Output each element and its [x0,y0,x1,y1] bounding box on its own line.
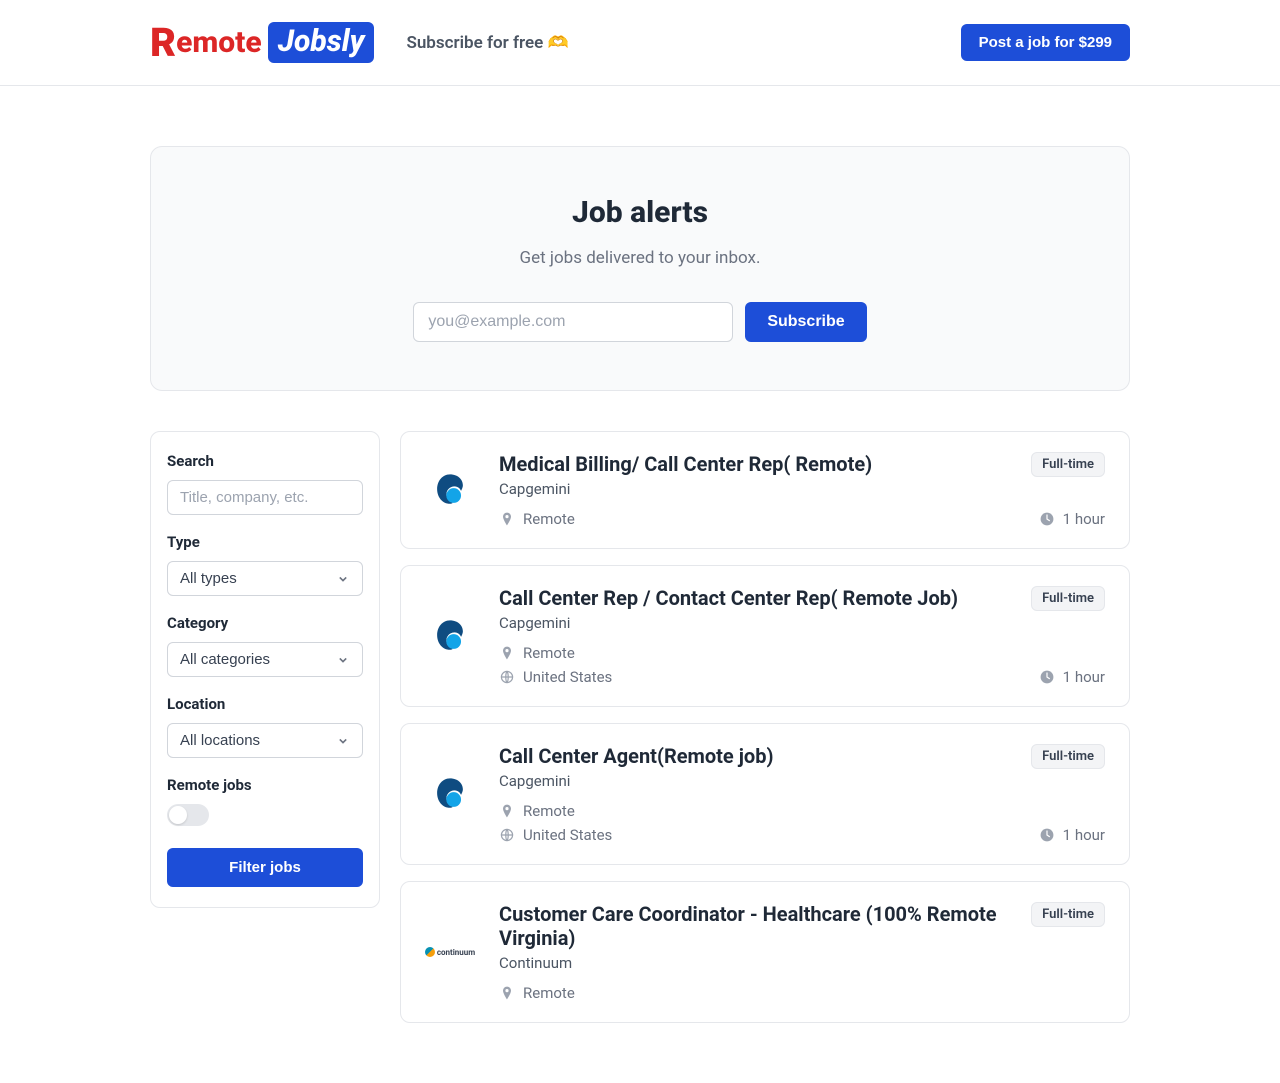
job-company: Capgemini [499,614,958,632]
job-company: Capgemini [499,772,773,790]
job-location: Remote [523,802,575,820]
site-header: Remote Jobsly Subscribe for free 🫶 Post … [0,0,1280,86]
filter-button[interactable]: Filter jobs [167,848,363,887]
job-card[interactable]: continuum Customer Care Coordinator - Hea… [400,881,1130,1023]
job-alerts-card: Job alerts Get jobs delivered to your in… [150,146,1130,391]
search-label: Search [167,452,363,470]
category-select[interactable]: All categories [167,642,363,677]
location-select[interactable]: All locations [167,723,363,758]
search-input[interactable] [167,480,363,515]
job-time: 1 hour [1063,668,1105,686]
job-company: Capgemini [499,480,872,498]
job-location: Remote [523,510,575,528]
job-card[interactable]: Medical Billing/ Call Center Rep( Remote… [400,431,1130,549]
globe-icon [499,827,515,843]
subscribe-button[interactable]: Subscribe [745,302,866,342]
job-location: Remote [523,644,575,662]
subscribe-link[interactable]: Subscribe for free 🫶 [406,33,568,53]
filter-sidebar: Search Type All types Category All categ… [150,431,380,908]
toggle-knob [169,806,187,824]
job-type-badge: Full-time [1031,452,1105,477]
company-logo [425,465,475,515]
logo-jobsly: Jobsly [268,22,375,63]
globe-icon [499,669,515,685]
job-type-badge: Full-time [1031,586,1105,611]
job-time: 1 hour [1063,826,1105,844]
alerts-subtitle: Get jobs delivered to your inbox. [175,248,1105,268]
job-card[interactable]: Call Center Rep / Contact Center Rep( Re… [400,565,1130,707]
alerts-title: Job alerts [175,195,1105,230]
type-label: Type [167,533,363,551]
location-label: Location [167,695,363,713]
company-logo: continuum [425,927,475,977]
job-title: Call Center Rep / Contact Center Rep( Re… [499,586,958,610]
company-logo [425,611,475,661]
job-card[interactable]: Call Center Agent(Remote job) Capgemini Fu… [400,723,1130,865]
clock-icon [1039,511,1055,527]
top-nav: Remote Jobsly Subscribe for free 🫶 Post … [150,0,1130,85]
email-input[interactable] [413,302,733,342]
clock-icon [1039,669,1055,685]
post-job-button[interactable]: Post a job for $299 [961,24,1130,61]
job-country: United States [523,826,612,844]
pin-icon [499,803,515,819]
type-select[interactable]: All types [167,561,363,596]
pin-icon [499,511,515,527]
job-title: Customer Care Coordinator - Healthcare (… [499,902,1019,950]
pin-icon [499,645,515,661]
logo-r: R [150,27,176,59]
job-title: Call Center Agent(Remote job) [499,744,773,768]
clock-icon [1039,827,1055,843]
continuum-logo: continuum [425,947,475,957]
logo-emote: emote [176,25,262,60]
job-title: Medical Billing/ Call Center Rep( Remote… [499,452,872,476]
logo[interactable]: Remote Jobsly [150,22,374,63]
job-time: 1 hour [1063,510,1105,528]
category-label: Category [167,614,363,632]
job-country: United States [523,668,612,686]
job-location: Remote [523,984,575,1002]
remote-toggle[interactable] [167,804,209,826]
job-type-badge: Full-time [1031,744,1105,769]
remote-label: Remote jobs [167,776,363,794]
company-logo [425,769,475,819]
job-type-badge: Full-time [1031,902,1105,927]
job-company: Continuum [499,954,1019,972]
jobs-list: Medical Billing/ Call Center Rep( Remote… [400,431,1130,1023]
pin-icon [499,985,515,1001]
